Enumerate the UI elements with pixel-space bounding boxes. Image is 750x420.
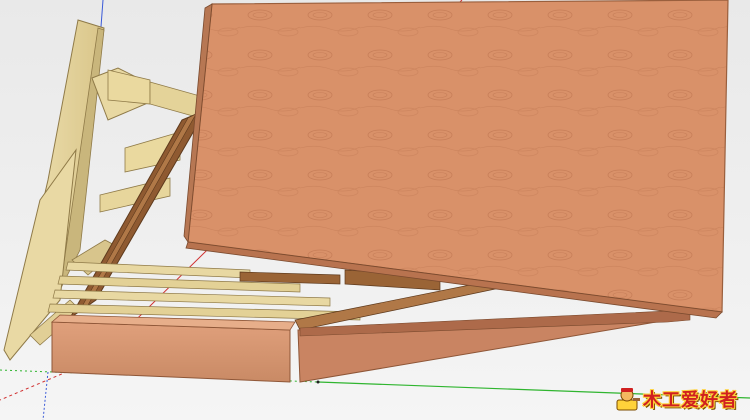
woodworker-mascot-icon bbox=[616, 388, 640, 411]
watermark-logo: 木工爱好者 bbox=[613, 386, 738, 412]
side-panel[interactable] bbox=[297, 309, 691, 383]
3d-model-scene bbox=[0, 0, 750, 420]
watermark-text: 木工爱好者 bbox=[643, 390, 738, 411]
blue-axis-dotted bbox=[42, 371, 49, 420]
axis-origin-marker bbox=[316, 380, 320, 384]
sketchup-viewport[interactable]: 木工爱好者 bbox=[0, 0, 750, 420]
tabletop-panel[interactable] bbox=[183, 0, 729, 319]
front-skirt-panel[interactable] bbox=[50, 314, 296, 383]
